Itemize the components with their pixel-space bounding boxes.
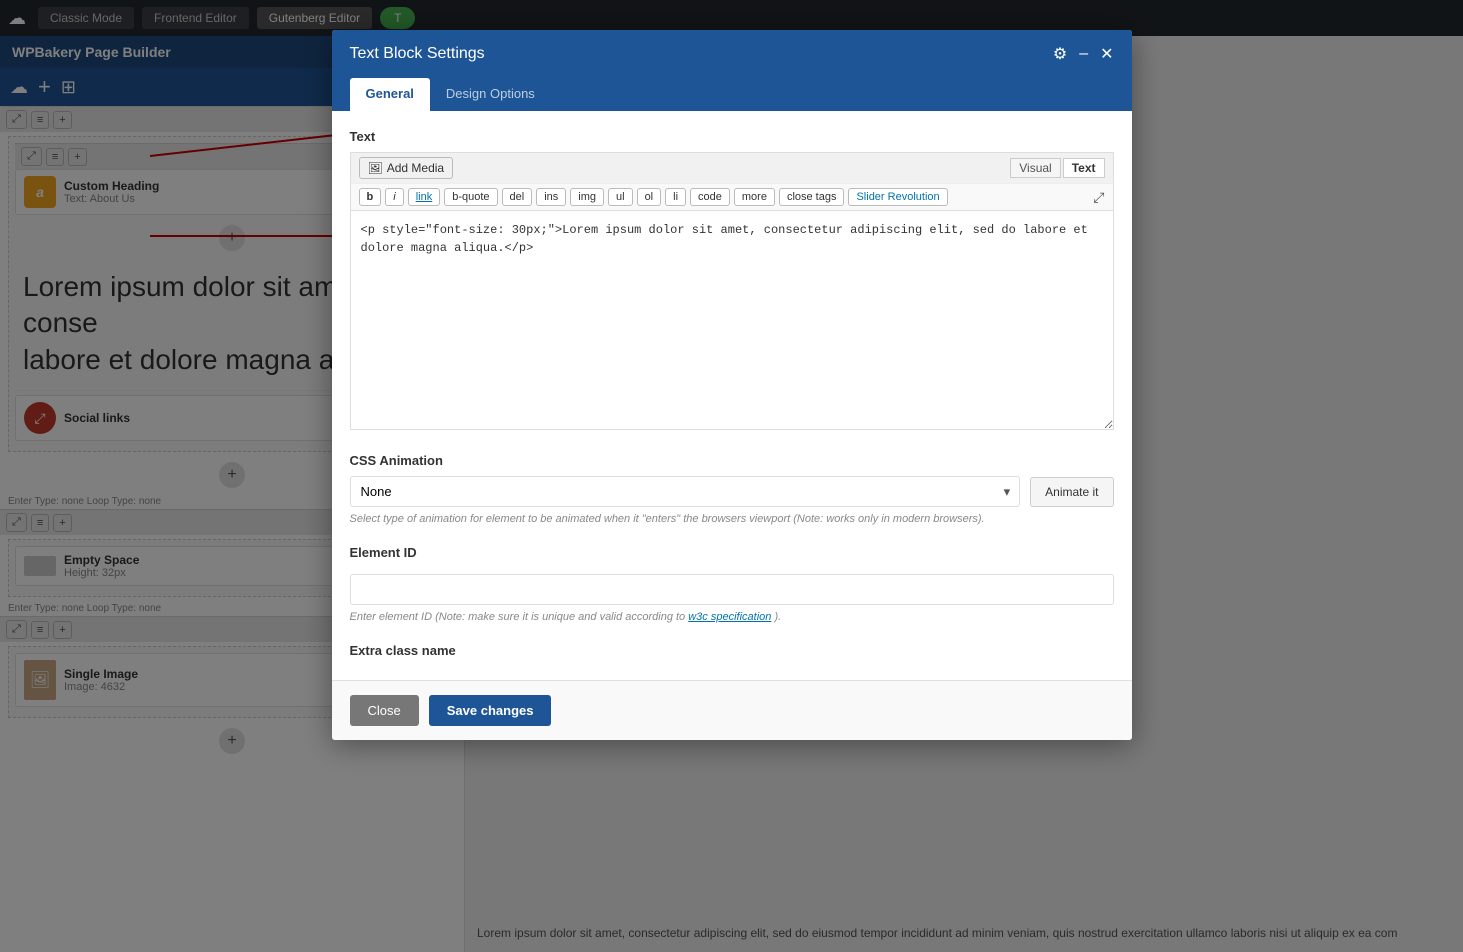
- fmt-code-btn[interactable]: code: [690, 188, 730, 206]
- fmt-img-btn[interactable]: img: [570, 188, 604, 206]
- modal-footer: Close Save changes: [332, 680, 1132, 740]
- fmt-ol-btn[interactable]: ol: [637, 188, 662, 206]
- element-id-hint: Enter element ID (Note: make sure it is …: [350, 611, 1114, 623]
- add-media-icon: 🖼: [368, 161, 383, 175]
- w3c-link[interactable]: w3c specification: [688, 611, 771, 623]
- fmt-closetags-btn[interactable]: close tags: [779, 188, 845, 206]
- css-animation-label: CSS Animation: [350, 453, 1114, 468]
- view-text-btn[interactable]: Text: [1063, 158, 1105, 178]
- modal-header: Text Block Settings ⚙ – ✕: [332, 30, 1132, 78]
- fmt-link-btn[interactable]: link: [408, 188, 441, 206]
- element-id-label: Element ID: [350, 545, 1114, 560]
- modal-title: Text Block Settings: [350, 45, 485, 63]
- settings-icon[interactable]: ⚙: [1053, 44, 1067, 64]
- tab-design-options[interactable]: Design Options: [430, 78, 551, 112]
- modal-body: Text 🖼 Add Media Visual Text b i link b-…: [332, 111, 1132, 680]
- fmt-ins-btn[interactable]: ins: [536, 188, 566, 206]
- close-modal-icon[interactable]: ✕: [1100, 44, 1113, 64]
- fmt-li-btn[interactable]: li: [665, 188, 686, 206]
- minimize-icon[interactable]: –: [1079, 45, 1088, 63]
- editor-toolbar-row: 🖼 Add Media Visual Text: [350, 152, 1114, 183]
- css-animation-row: None Animate it: [350, 476, 1114, 507]
- editor-btn-row: b i link b-quote del ins img ul ol li co…: [350, 183, 1114, 210]
- save-changes-btn[interactable]: Save changes: [429, 695, 552, 726]
- code-editor-textarea[interactable]: [350, 210, 1114, 430]
- fmt-b-btn[interactable]: b: [359, 188, 382, 206]
- fmt-i-btn[interactable]: i: [385, 188, 403, 206]
- fmt-ul-btn[interactable]: ul: [608, 188, 633, 206]
- animate-it-btn[interactable]: Animate it: [1030, 477, 1113, 507]
- extra-class-section: Extra class name: [350, 643, 1114, 658]
- css-animation-section: CSS Animation None Animate it Select typ…: [350, 453, 1114, 525]
- tab-general[interactable]: General: [350, 78, 430, 111]
- modal-header-actions: ⚙ – ✕: [1053, 44, 1114, 64]
- element-id-hint-text: Enter element ID (Note: make sure it is …: [350, 611, 686, 623]
- element-id-section: Element ID Enter element ID (Note: make …: [350, 545, 1114, 623]
- add-media-label: Add Media: [387, 161, 444, 175]
- modal-overlay: Text Block Settings ⚙ – ✕ General Design…: [0, 0, 1463, 952]
- element-id-hint2: ).: [774, 611, 781, 623]
- element-id-input[interactable]: [350, 574, 1114, 605]
- fmt-more-btn[interactable]: more: [734, 188, 775, 206]
- fmt-slider-btn[interactable]: Slider Revolution: [848, 188, 947, 206]
- close-btn[interactable]: Close: [350, 695, 419, 726]
- add-media-btn[interactable]: 🖼 Add Media: [359, 157, 454, 179]
- css-animation-dropdown-wrapper: None: [350, 476, 1021, 507]
- animation-hint: Select type of animation for element to …: [350, 513, 1114, 525]
- fmt-bquote-btn[interactable]: b-quote: [444, 188, 497, 206]
- modal-tabs: General Design Options: [332, 78, 1132, 111]
- text-section-label: Text: [350, 129, 1114, 144]
- text-block-settings-modal: Text Block Settings ⚙ – ✕ General Design…: [332, 30, 1132, 740]
- fullscreen-btn[interactable]: ⤢: [1093, 189, 1104, 206]
- view-visual-btn[interactable]: Visual: [1010, 158, 1060, 178]
- css-animation-select[interactable]: None: [350, 476, 1021, 507]
- extra-class-label: Extra class name: [350, 643, 1114, 658]
- view-tabs: Visual Text: [1010, 158, 1104, 178]
- fmt-del-btn[interactable]: del: [502, 188, 533, 206]
